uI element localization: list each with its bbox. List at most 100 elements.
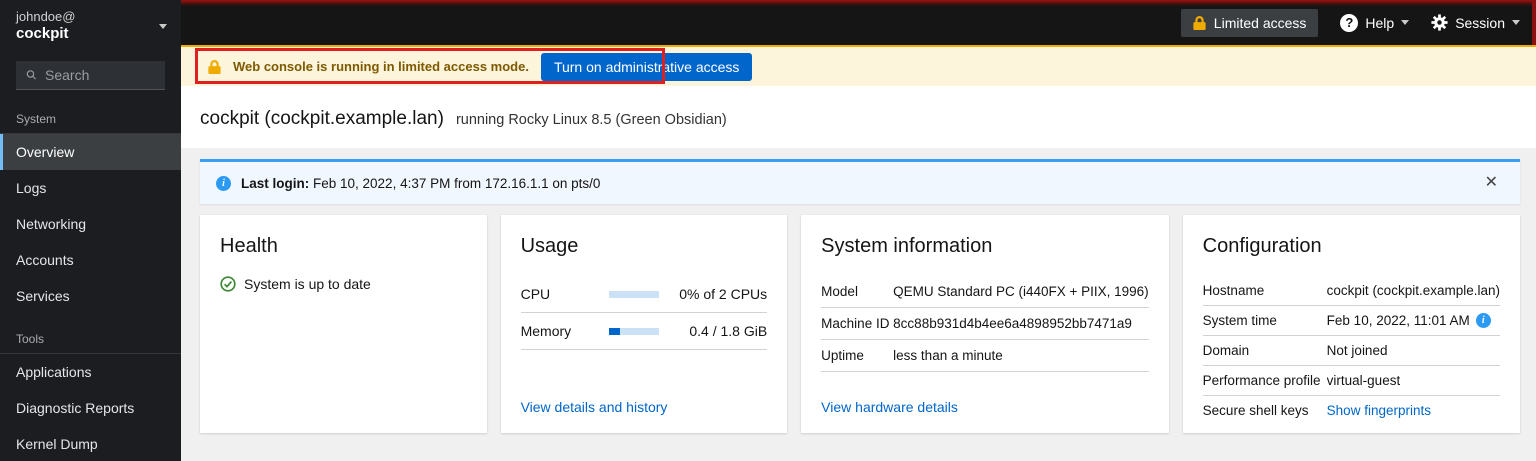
uptime-key: Uptime: [821, 348, 864, 363]
usage-card: Usage CPU 0% of 2 CPUs Memory 0.4 / 1.8 …: [500, 215, 788, 433]
alert-label: Last login:: [241, 175, 310, 191]
sidebar-item-diagnostic-reports[interactable]: Diagnostic Reports: [0, 390, 181, 426]
system-time-text: Feb 10, 2022, 11:01 AM: [1326, 313, 1470, 328]
view-hardware-details-link[interactable]: View hardware details: [821, 399, 1149, 415]
help-icon: ?: [1340, 13, 1359, 32]
cpu-label: CPU: [520, 286, 551, 302]
system-time-value: Feb 10, 2022, 11:01 AM i: [1327, 313, 1491, 328]
help-label: Help: [1365, 14, 1395, 31]
sidebar-item-accounts[interactable]: Accounts: [0, 242, 181, 278]
gear-icon: [1431, 14, 1448, 31]
username-text: johndoe@: [16, 9, 76, 24]
cpu-value: 0% of 2 CPUs: [679, 286, 768, 302]
info-icon: i: [216, 175, 231, 191]
chevron-down-icon: [159, 23, 167, 29]
page-title: cockpit (cockpit.example.lan): [200, 108, 444, 129]
section-label-system: System: [0, 108, 181, 134]
lock-icon: [1193, 15, 1206, 30]
check-circle-icon: [220, 276, 236, 292]
hostname-text: cockpit: [16, 25, 69, 42]
usage-card-title: Usage: [520, 235, 579, 257]
section-label-tools: Tools: [0, 328, 181, 354]
turn-on-admin-access-button[interactable]: Turn on administrative access: [540, 52, 753, 81]
sidebar-item-services[interactable]: Services: [0, 278, 181, 314]
banner-message: Web console is running in limited access…: [233, 59, 529, 74]
model-key: Model: [821, 284, 858, 299]
system-time-row: System time Feb 10, 2022, 11:01 AM i: [1202, 306, 1500, 336]
search-input[interactable]: [45, 67, 155, 83]
machine-id-key: Machine ID: [821, 316, 890, 331]
configuration-title: Configuration: [1202, 235, 1322, 257]
system-information-title: System information: [821, 235, 993, 257]
sidebar-search[interactable]: [16, 61, 165, 90]
cpu-progress-bar: [608, 290, 660, 298]
configuration-card: Configuration Hostname cockpit (cockpit.…: [1182, 215, 1520, 433]
masthead: Limited access ? Help Session: [181, 0, 1536, 45]
sidebar-item-logs[interactable]: Logs: [0, 170, 181, 206]
chevron-down-icon: [1512, 20, 1520, 25]
session-menu[interactable]: Session: [1431, 14, 1520, 31]
cpu-usage-row: CPU 0% of 2 CPUs: [520, 276, 768, 313]
lock-icon: [208, 59, 221, 74]
model-value: QEMU Standard PC (i440FX + PIIX, 1996): [893, 284, 1149, 299]
alert-text: Last login: Feb 10, 2022, 4:37 PM from 1…: [241, 176, 600, 191]
secure-shell-keys-row: Secure shell keys Show fingerprints: [1203, 396, 1500, 425]
domain-value: Not joined: [1326, 343, 1388, 358]
hostname-row: Hostname cockpit (cockpit.example.lan): [1202, 276, 1500, 306]
performance-profile-value: virtual-guest: [1326, 373, 1401, 388]
search-icon: [26, 70, 37, 80]
uptime-value: less than a minute: [893, 348, 1003, 363]
memory-usage-row: Memory 0.4 / 1.8 GiB: [520, 313, 768, 350]
health-status-text: System is up to date: [244, 276, 371, 292]
overview-content: i Last login: Feb 10, 2022, 4:37 PM from…: [181, 148, 1536, 461]
close-icon[interactable]: ✕: [1479, 171, 1504, 195]
memory-label: Memory: [520, 323, 572, 339]
health-card-title: Health: [220, 235, 278, 257]
annotation-right-strip: [1532, 0, 1536, 45]
session-label: Session: [1455, 14, 1505, 31]
model-row: Model QEMU Standard PC (i440FX + PIIX, 1…: [821, 276, 1149, 308]
limited-access-label: Limited access: [1213, 14, 1307, 31]
cockpit-app: johndoe@ cockpit System Overview Logs Ne…: [0, 0, 1536, 461]
memory-progress-bar: [608, 327, 660, 335]
machine-id-row: Machine ID 8cc88b931d4b4ee6a4898952bb747…: [821, 308, 1149, 340]
secure-shell-keys-key: Secure shell keys: [1202, 403, 1309, 418]
alert-detail: Feb 10, 2022, 4:37 PM from 172.16.1.1 on…: [309, 175, 601, 191]
memory-progress-fill: [608, 327, 620, 335]
page-subtitle: running Rocky Linux 8.5 (Green Obsidian): [455, 112, 727, 128]
page-header: cockpit (cockpit.example.lan) running Ro…: [181, 86, 1536, 148]
system-information-card: System information Model QEMU Standard P…: [801, 215, 1169, 433]
host-switcher[interactable]: johndoe@ cockpit: [0, 0, 181, 49]
limited-access-banner: Web console is running in limited access…: [181, 45, 1536, 86]
health-status-row: System is up to date: [220, 276, 467, 292]
domain-key: Domain: [1202, 343, 1250, 358]
help-menu[interactable]: ? Help: [1340, 13, 1410, 32]
chevron-down-icon: [1401, 20, 1410, 25]
hostname-value: cockpit (cockpit.example.lan): [1326, 283, 1500, 298]
card-grid: Health System is up to date Usage CPU 0%…: [200, 215, 1520, 433]
health-card: Health System is up to date: [200, 215, 487, 433]
performance-profile-key: Performance profile: [1202, 373, 1321, 388]
sidebar-section-tools: Tools Applications Diagnostic Reports Ke…: [0, 328, 181, 461]
annotation-top-strip: [181, 0, 1536, 6]
domain-row: Domain Not joined: [1202, 336, 1500, 366]
main-area: Limited access ? Help Session Web consol…: [181, 0, 1536, 461]
sidebar: johndoe@ cockpit System Overview Logs Ne…: [0, 0, 181, 461]
sidebar-item-networking[interactable]: Networking: [0, 206, 181, 242]
sidebar-item-kernel-dump[interactable]: Kernel Dump: [0, 426, 181, 461]
limited-access-button[interactable]: Limited access: [1180, 8, 1319, 37]
machine-id-value: 8cc88b931d4b4ee6a4898952bb7471a9: [893, 316, 1132, 331]
host-switcher-label: johndoe@ cockpit: [16, 9, 75, 43]
memory-value: 0.4 / 1.8 GiB: [689, 323, 768, 339]
sidebar-section-system: System Overview Logs Networking Accounts…: [0, 108, 181, 314]
info-icon[interactable]: i: [1475, 313, 1491, 328]
performance-profile-row: Performance profile virtual-guest: [1202, 366, 1500, 396]
sidebar-item-overview[interactable]: Overview: [0, 134, 181, 170]
view-details-history-link[interactable]: View details and history: [521, 399, 768, 415]
last-login-alert: i Last login: Feb 10, 2022, 4:37 PM from…: [200, 159, 1520, 204]
uptime-row: Uptime less than a minute: [821, 340, 1149, 372]
show-fingerprints-link[interactable]: Show fingerprints: [1327, 403, 1431, 418]
sidebar-item-applications[interactable]: Applications: [0, 354, 181, 390]
system-time-key: System time: [1202, 313, 1277, 328]
hostname-key: Hostname: [1202, 283, 1265, 298]
